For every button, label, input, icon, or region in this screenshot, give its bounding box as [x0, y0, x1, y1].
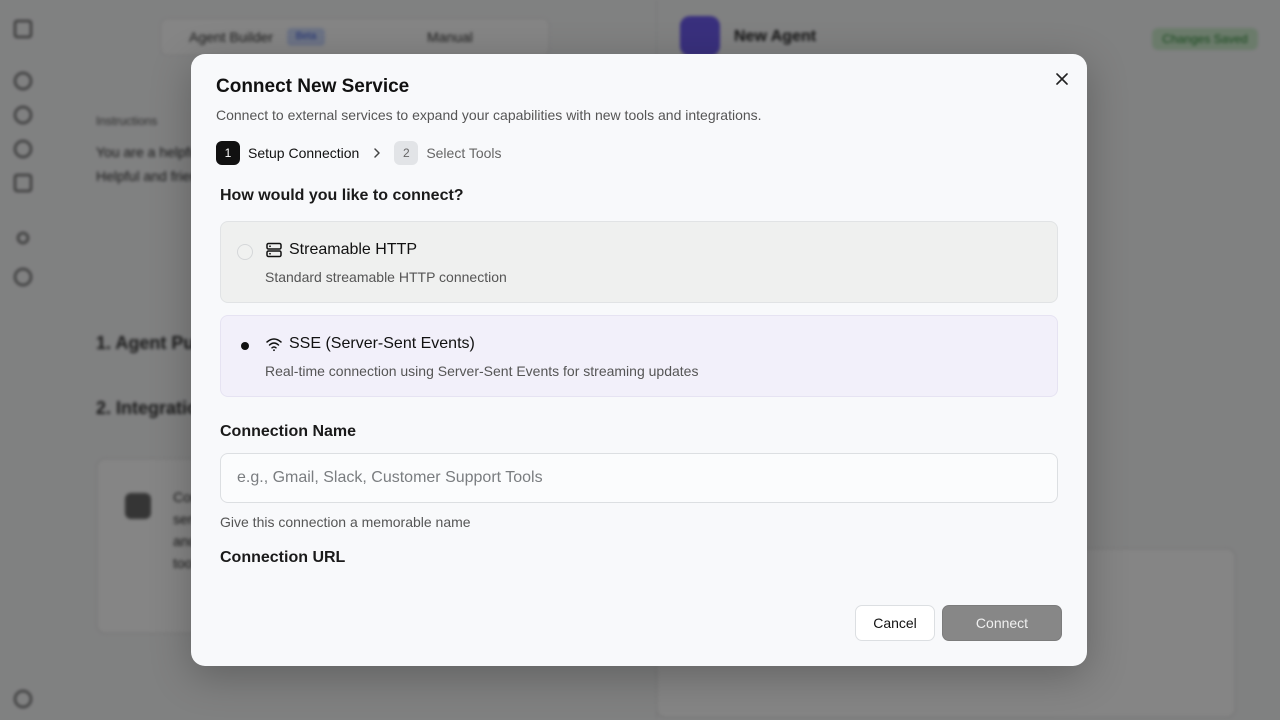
dialog-title: Connect New Service [216, 76, 410, 97]
option-description: Real-time connection using Server-Sent E… [265, 363, 699, 379]
step-label: Select Tools [426, 145, 502, 161]
option-description: Standard streamable HTTP connection [265, 269, 507, 285]
step-number: 2 [394, 141, 419, 165]
connect-service-dialog: Connect New Service Connect to external … [191, 54, 1087, 666]
connection-type-question: How would you like to connect? [220, 187, 464, 204]
connection-name-input[interactable] [220, 453, 1058, 503]
radio-streamable-http[interactable] [237, 244, 253, 260]
dialog-description: Connect to external services to expand y… [216, 107, 762, 123]
stepper: 1 Setup Connection 2 Select Tools [216, 141, 502, 165]
wifi-icon [266, 338, 282, 352]
connection-url-label: Connection URL [220, 549, 346, 566]
option-title: Streamable HTTP [289, 241, 418, 258]
close-button[interactable] [1051, 68, 1073, 90]
connect-button[interactable]: Connect [942, 605, 1062, 641]
step-label: Setup Connection [248, 145, 360, 161]
chevron-right-icon [373, 147, 381, 159]
radio-sse[interactable] [237, 338, 253, 354]
option-sse[interactable]: SSE (Server-Sent Events) Real-time conne… [220, 315, 1058, 397]
connection-name-hint: Give this connection a memorable name [220, 514, 471, 530]
connection-name-label: Connection Name [220, 423, 357, 440]
option-streamable-http[interactable]: Streamable HTTP Standard streamable HTTP… [220, 221, 1058, 303]
option-title: SSE (Server-Sent Events) [289, 335, 475, 352]
step-number: 1 [216, 141, 240, 165]
close-icon [1056, 73, 1068, 85]
cancel-button[interactable]: Cancel [855, 605, 935, 641]
server-icon [266, 242, 282, 258]
